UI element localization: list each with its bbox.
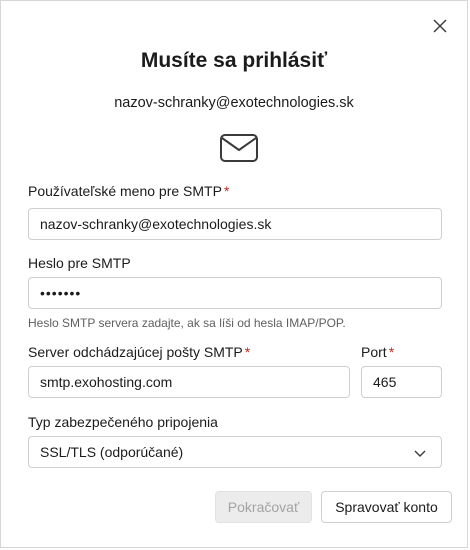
manage-account-button[interactable]: Spravovať konto [321, 491, 452, 523]
username-value: nazov-schranky@exotechnologies.sk [40, 216, 272, 232]
security-selected-value: SSL/TLS (odporúčané) [40, 444, 184, 460]
close-button[interactable] [429, 15, 451, 37]
required-marker: * [223, 183, 230, 199]
password-input[interactable]: ••••••• [28, 277, 442, 309]
port-input[interactable]: 465 [361, 366, 442, 398]
username-label: Používateľské meno pre SMTP * [28, 183, 229, 199]
server-label-text: Server odchádzajúcej pošty SMTP [28, 344, 243, 360]
security-label: Typ zabezpečeného pripojenia [28, 414, 218, 430]
username-label-text: Používateľské meno pre SMTP [28, 183, 222, 199]
envelope-icon [220, 134, 258, 162]
required-marker: * [388, 344, 395, 360]
close-icon [433, 19, 447, 33]
username-input[interactable]: nazov-schranky@exotechnologies.sk [28, 208, 442, 240]
server-value: smtp.exohosting.com [40, 374, 173, 390]
port-label: Port * [361, 344, 394, 360]
smtp-login-dialog: Musíte sa prihlásiť nazov-schranky@exote… [0, 0, 468, 548]
server-input[interactable]: smtp.exohosting.com [28, 366, 350, 398]
port-value: 465 [373, 374, 397, 390]
port-label-text: Port [361, 344, 387, 360]
required-marker: * [244, 344, 251, 360]
account-email: nazov-schranky@exotechnologies.sk [114, 95, 354, 111]
server-label: Server odchádzajúcej pošty SMTP * [28, 344, 250, 360]
chevron-down-icon [414, 450, 426, 457]
password-hint: Heslo SMTP servera zadajte, ak sa líši o… [28, 316, 346, 330]
dialog-title: Musíte sa prihlásiť [140, 49, 328, 72]
security-select[interactable]: SSL/TLS (odporúčané) [28, 436, 442, 468]
continue-button[interactable]: Pokračovať [215, 491, 312, 523]
password-label: Heslo pre SMTP [28, 255, 131, 271]
password-value: ••••••• [40, 285, 82, 301]
